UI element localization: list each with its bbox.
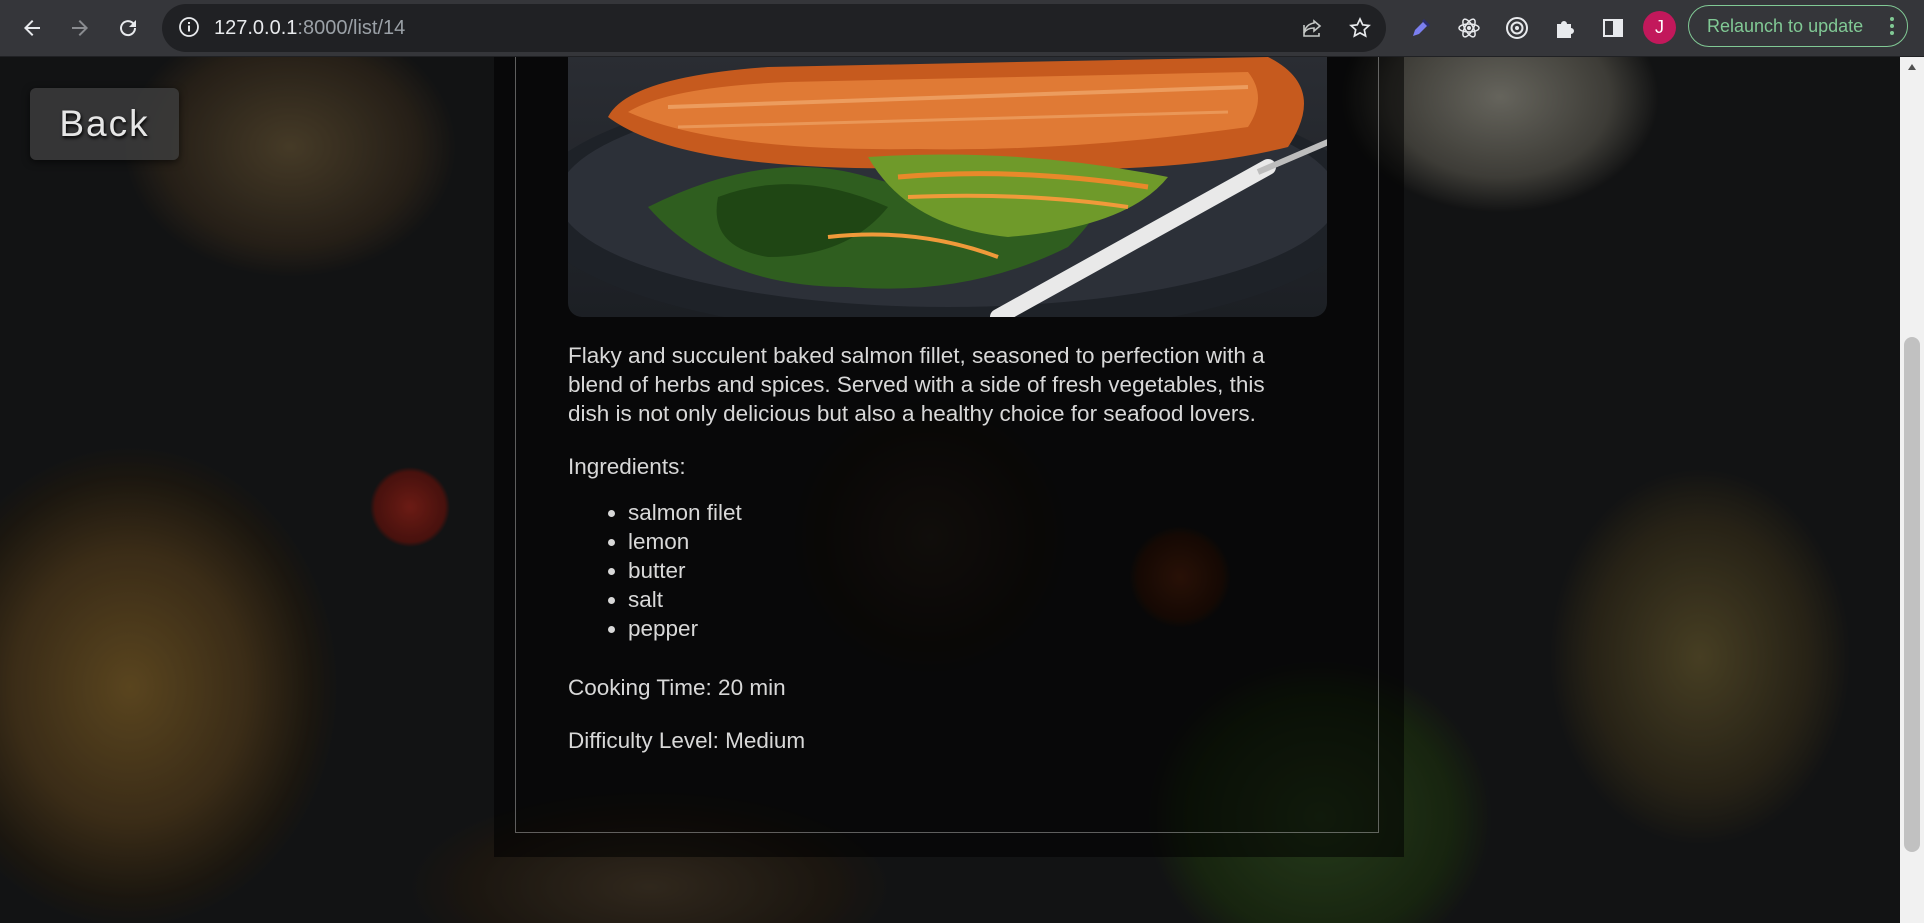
scroll-up-arrow-icon[interactable]: [1907, 63, 1917, 71]
reload-icon[interactable]: [108, 8, 148, 48]
page-scrollbar[interactable]: [1900, 57, 1924, 923]
recipe-image: [568, 57, 1327, 317]
ingredient-item: salmon filet: [628, 498, 742, 527]
circle-target-icon[interactable]: [1499, 10, 1535, 46]
menu-dots-icon[interactable]: [1889, 15, 1895, 37]
ingredients-list: salmon filet lemon butter salt pepper: [568, 498, 742, 643]
ingredient-item: butter: [628, 556, 742, 585]
page-viewport: Back Flaky and succulent baked salmon fi…: [0, 57, 1900, 923]
difficulty-level: Difficulty Level: Medium: [568, 728, 806, 753]
react-devtools-icon[interactable]: [1451, 10, 1487, 46]
relaunch-label: Relaunch to update: [1707, 16, 1864, 36]
side-panel-icon[interactable]: [1595, 10, 1631, 46]
recipe-description: Flaky and succulent baked salmon fillet,…: [568, 343, 1265, 426]
ingredient-item: lemon: [628, 527, 742, 556]
forward-arrow-icon[interactable]: [60, 8, 100, 48]
browser-toolbar: 127.0.0.1:8000/list/14 J Relaunch to upd…: [0, 0, 1924, 57]
profile-avatar[interactable]: J: [1643, 11, 1676, 44]
url-text[interactable]: 127.0.0.1:8000/list/14: [214, 17, 405, 40]
url-path: :8000/list/14: [297, 17, 406, 39]
share-icon[interactable]: [1300, 16, 1324, 45]
eyedropper-icon[interactable]: [1403, 10, 1439, 46]
scrollbar-thumb[interactable]: [1904, 337, 1920, 852]
ingredient-item: salt: [628, 585, 742, 614]
ingredient-item: pepper: [628, 614, 742, 643]
relaunch-update-button[interactable]: Relaunch to update: [1688, 5, 1908, 47]
extensions-puzzle-icon[interactable]: [1547, 10, 1583, 46]
ingredients-heading: Ingredients:: [568, 454, 686, 479]
cooking-time: Cooking Time: 20 min: [568, 675, 786, 700]
url-host: 127.0.0.1: [214, 17, 298, 39]
back-button[interactable]: Back: [30, 88, 179, 160]
address-bar[interactable]: 127.0.0.1:8000/list/14: [162, 4, 1386, 52]
site-info-icon[interactable]: [178, 16, 200, 43]
bookmark-star-icon[interactable]: [1348, 16, 1372, 45]
back-arrow-icon[interactable]: [12, 8, 52, 48]
